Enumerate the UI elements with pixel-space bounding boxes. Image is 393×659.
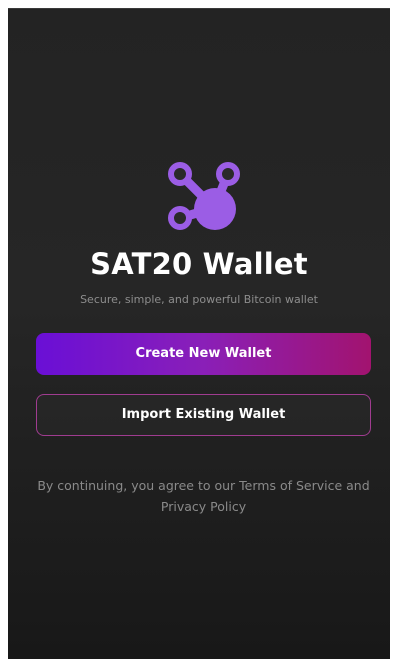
window-top-edge [8,8,390,9]
app-subtitle: Secure, simple, and powerful Bitcoin wal… [80,293,318,306]
import-wallet-button[interactable]: Import Existing Wallet [36,394,371,436]
create-wallet-label: Create New Wallet [135,346,272,361]
terms-notice: By continuing, you agree to our Terms of… [37,478,370,514]
app-title: SAT20 Wallet [90,247,308,281]
import-wallet-label: Import Existing Wallet [121,407,286,422]
welcome-screen: SAT20 Wallet Secure, simple, and powerfu… [8,8,390,659]
sat20-logo-icon [168,162,240,230]
create-wallet-button[interactable]: Create New Wallet [36,333,371,375]
